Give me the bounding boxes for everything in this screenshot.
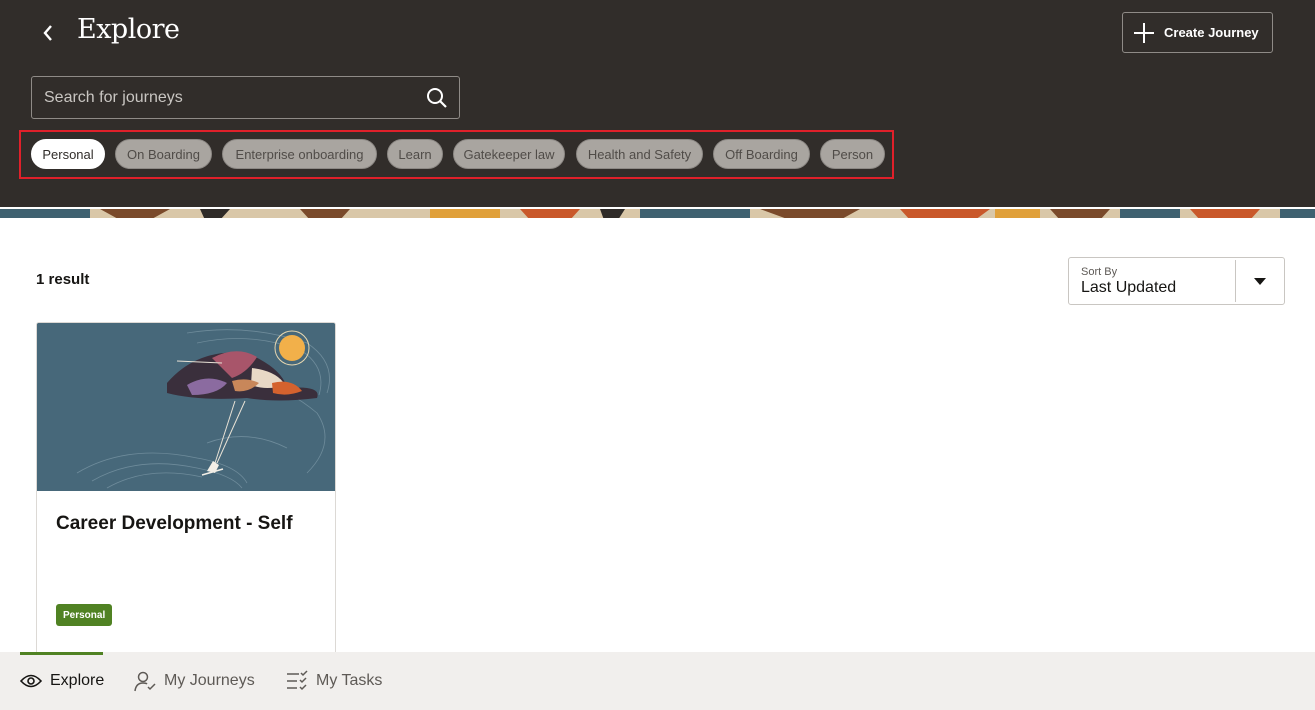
search-button[interactable] — [415, 77, 459, 118]
chevron-left-icon — [43, 25, 52, 41]
eye-icon — [20, 674, 42, 688]
chip-learn[interactable]: Learn — [387, 139, 443, 169]
chip-person[interactable]: Person — [820, 139, 885, 169]
search-icon — [427, 87, 447, 108]
nav-tab-my-journeys[interactable]: My Journeys — [134, 652, 255, 710]
nav-tab-explore-label: Explore — [50, 672, 105, 689]
decorative-banner — [0, 207, 1315, 218]
nav-tab-explore[interactable]: Explore — [20, 652, 104, 710]
chip-personal[interactable]: Personal — [31, 139, 105, 169]
chip-gatekeeper-law[interactable]: Gatekeeper law — [453, 139, 565, 169]
chip-enterprise-onboarding[interactable]: Enterprise onboarding — [222, 139, 377, 169]
sort-by-label: Sort By — [1081, 266, 1118, 278]
task-list-icon — [287, 670, 308, 691]
person-check-icon — [134, 671, 156, 692]
nav-tab-my-journeys-label: My Journeys — [164, 672, 255, 689]
results-count: 1 result — [36, 271, 90, 288]
journey-card-title: Career Development - Self — [56, 513, 293, 534]
search-box — [31, 76, 460, 119]
chip-health-and-safety[interactable]: Health and Safety — [576, 139, 703, 169]
nav-tab-my-tasks-label: My Tasks — [316, 672, 383, 689]
sort-by-select[interactable]: Sort By Last Updated — [1068, 257, 1285, 305]
back-button[interactable] — [34, 18, 62, 48]
chip-on-boarding[interactable]: On Boarding — [115, 139, 212, 169]
create-journey-label: Create Journey — [1164, 25, 1259, 40]
search-input[interactable] — [32, 77, 415, 118]
journey-category-badge: Personal — [56, 604, 113, 626]
chip-off-boarding[interactable]: Off Boarding — [713, 139, 810, 169]
journey-card-image — [37, 323, 335, 491]
sort-by-value: Last Updated — [1081, 279, 1177, 296]
header-bar: Explore Create Journey Personal On Board… — [0, 0, 1315, 207]
nav-tab-my-tasks[interactable]: My Tasks — [286, 652, 382, 710]
create-journey-button[interactable]: Create Journey — [1122, 12, 1273, 53]
journey-card[interactable]: Career Development - Self Personal — [36, 322, 336, 662]
sort-divider — [1235, 260, 1236, 302]
plus-icon — [1134, 22, 1154, 43]
bottom-navigation: Explore My Journeys My Tasks — [0, 652, 1315, 710]
caret-down-icon[interactable] — [1254, 278, 1266, 285]
page-title: Explore — [77, 14, 180, 45]
